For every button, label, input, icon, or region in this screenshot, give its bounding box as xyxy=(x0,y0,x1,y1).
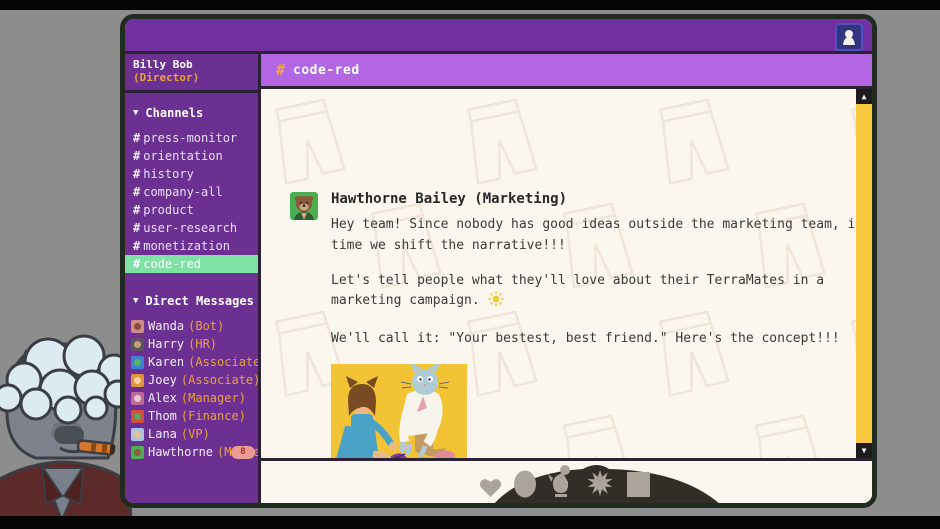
scroll-down-icon[interactable]: ▼ xyxy=(856,443,872,458)
karen-avatar-icon xyxy=(131,356,144,369)
dm-lana[interactable]: Lana (VP) xyxy=(125,425,258,443)
hash-icon: # xyxy=(133,167,140,181)
wolf-character xyxy=(0,328,132,524)
egg-icon[interactable] xyxy=(513,469,537,498)
hash-icon: # xyxy=(133,239,140,253)
dm-wanda[interactable]: Wanda (Bot) xyxy=(125,317,258,335)
channel-label: monetization xyxy=(143,239,230,253)
channel-label: orientation xyxy=(143,149,222,163)
sidebar-lists: ▼ Channels #press-monitor #orientation #… xyxy=(125,93,258,503)
chat-scrollbar[interactable]: ▲ ▼ xyxy=(856,89,872,458)
channel-hash-icon: # xyxy=(276,61,285,79)
dm-role: (Bot) xyxy=(188,317,224,335)
channel-title: code-red xyxy=(293,63,360,78)
dm-thom[interactable]: Thom (Finance) xyxy=(125,407,258,425)
hash-icon: # xyxy=(133,221,140,235)
scrollbar-thumb[interactable] xyxy=(856,104,872,443)
joey-avatar-icon xyxy=(131,374,144,387)
hash-icon: # xyxy=(133,131,140,145)
collapse-dms-icon[interactable]: ▼ xyxy=(133,296,138,306)
dm-name: Lana xyxy=(148,425,177,443)
campaign-concept-image[interactable] xyxy=(331,364,467,461)
chick-icon[interactable] xyxy=(548,464,574,498)
chat-area: ▲ ▼ xyxy=(261,89,872,461)
chat-app-window: Billy Bob (Director) ▼ Channels #press-m… xyxy=(120,14,877,508)
current-user-name: Billy Bob xyxy=(133,58,250,71)
heart-icon[interactable] xyxy=(479,478,502,498)
bear-avatar-icon xyxy=(290,192,318,220)
dm-name: Karen xyxy=(148,353,184,371)
dm-hawthorne[interactable]: Hawthorne (Marketing) 8 xyxy=(125,443,258,461)
dm-name: Alex xyxy=(148,389,177,407)
channel-press-monitor[interactable]: #press-monitor xyxy=(125,129,258,147)
dm-role: (Finance) xyxy=(181,407,246,425)
dm-name: Hawthorne xyxy=(148,443,213,461)
channel-label: company-all xyxy=(143,185,222,199)
wanda-avatar-icon xyxy=(131,320,144,333)
reactions-bar xyxy=(261,461,872,503)
dm-alex[interactable]: Alex (Manager) xyxy=(125,389,258,407)
dm-role: (Manager) xyxy=(181,389,246,407)
message-author: Hawthorne Bailey (Marketing) xyxy=(331,191,872,207)
channel-label: press-monitor xyxy=(143,131,237,145)
dm-label: Direct Messages xyxy=(145,294,253,308)
channel-label: product xyxy=(143,203,194,217)
square-icon[interactable] xyxy=(626,471,651,498)
hash-icon: # xyxy=(133,203,140,217)
letterbox-bottom xyxy=(0,516,940,529)
hash-icon: # xyxy=(133,149,140,163)
hash-icon: # xyxy=(133,257,140,271)
channel-monetization[interactable]: #monetization xyxy=(125,237,258,255)
unread-badge: 8 xyxy=(231,446,255,459)
scroll-up-icon[interactable]: ▲ xyxy=(856,89,872,104)
dm-role: (Associate) xyxy=(188,353,258,371)
channel-company-all[interactable]: #company-all xyxy=(125,183,258,201)
channel-label: user-research xyxy=(143,221,237,235)
channel-user-research[interactable]: #user-research xyxy=(125,219,258,237)
collapse-channels-icon[interactable]: ▼ xyxy=(133,108,138,118)
channel-code-red-selected[interactable]: #code-red xyxy=(125,255,258,273)
channel-orientation[interactable]: #orientation xyxy=(125,147,258,165)
channels-label: Channels xyxy=(145,106,203,120)
channel-label: code-red xyxy=(143,257,201,271)
sidebar: Billy Bob (Director) ▼ Channels #press-m… xyxy=(125,54,261,503)
message-paragraph: Hey team! Since nobody has good ideas ou… xyxy=(331,215,872,257)
dm-role: (VP) xyxy=(181,425,210,443)
dm-name: Wanda xyxy=(148,317,184,335)
letterbox-top xyxy=(0,0,940,10)
lana-avatar-icon xyxy=(131,428,144,441)
hawthorne-avatar-icon xyxy=(131,446,144,459)
current-user: Billy Bob (Director) xyxy=(125,54,258,93)
channel-history[interactable]: #history xyxy=(125,165,258,183)
dm-role: (Associate) xyxy=(181,371,258,389)
chat-message: Hawthorne Bailey (Marketing) Hey team! S… xyxy=(331,191,872,461)
channel-product[interactable]: #product xyxy=(125,201,258,219)
dm-role: (HR) xyxy=(188,335,217,353)
message-paragraph: Let's tell people what they'll love abou… xyxy=(331,271,872,316)
main-panel: # code-red xyxy=(261,54,872,503)
sun-icon xyxy=(488,291,504,315)
dm-harry[interactable]: Harry (HR) xyxy=(125,335,258,353)
dm-section-header[interactable]: ▼ Direct Messages xyxy=(133,294,258,308)
channels-section-header[interactable]: ▼ Channels xyxy=(133,106,258,120)
profile-avatar-icon[interactable] xyxy=(835,23,863,51)
burst-icon[interactable] xyxy=(585,468,615,498)
window-titlebar xyxy=(125,19,872,54)
message-paragraph: We'll call it: "Your bestest, best frien… xyxy=(331,329,872,350)
dm-name: Harry xyxy=(148,335,184,353)
alex-avatar-icon xyxy=(131,392,144,405)
dm-joey[interactable]: Joey (Associate) xyxy=(125,371,258,389)
thom-avatar-icon xyxy=(131,410,144,423)
harry-avatar-icon xyxy=(131,338,144,351)
dm-karen[interactable]: Karen (Associate) xyxy=(125,353,258,371)
current-user-role: (Director) xyxy=(133,71,250,84)
channel-label: history xyxy=(143,167,194,181)
channel-header: # code-red xyxy=(261,54,872,89)
dm-name: Joey xyxy=(148,371,177,389)
dm-name: Thom xyxy=(148,407,177,425)
hash-icon: # xyxy=(133,185,140,199)
